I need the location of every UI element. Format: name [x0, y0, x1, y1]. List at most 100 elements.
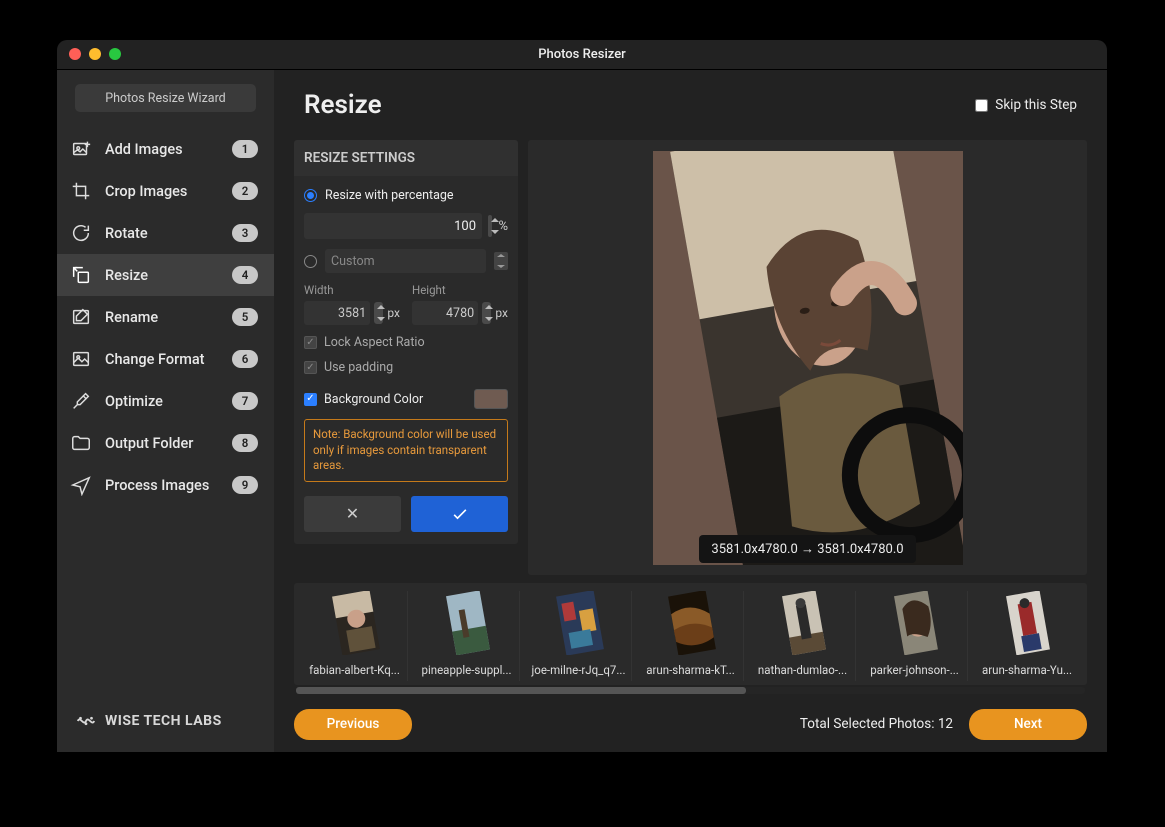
sidebar-item-label: Crop Images [105, 183, 220, 200]
unit-label: px [495, 306, 508, 320]
skip-step-input[interactable] [975, 99, 988, 112]
sidebar-item-crop-images[interactable]: Crop Images 2 [57, 170, 274, 212]
sidebar-item-resize[interactable]: Resize 4 [57, 254, 274, 296]
thumbnail-image [327, 591, 383, 655]
sidebar-item-label: Change Format [105, 351, 220, 368]
thumbnail-strip[interactable]: fabian-albert-Kq... pineapple-suppl... j… [294, 583, 1087, 685]
footer-bar: Previous Total Selected Photos: 12 Next [274, 696, 1107, 752]
percent-symbol: % [498, 219, 508, 234]
sidebar-item-optimize[interactable]: Optimize 7 [57, 380, 274, 422]
width-label: Width [304, 283, 400, 297]
background-color-note: Note: Background color will be used only… [304, 419, 508, 482]
app-window: Photos Resizer Photos Resize Wizard Add … [57, 40, 1107, 752]
thumbnail-item[interactable]: arun-sharma-kT... [638, 591, 744, 681]
thumbnail-item[interactable]: nathan-dumlao-... [750, 591, 856, 681]
page-title: Resize [304, 90, 975, 120]
sidebar-item-rotate[interactable]: Rotate 3 [57, 212, 274, 254]
thumbnail-scrollbar[interactable] [296, 687, 1085, 694]
window-body: Photos Resize Wizard Add Images 1 Crop I… [57, 70, 1107, 752]
thumbnail-item[interactable]: parker-johnson-... [862, 591, 968, 681]
cancel-button[interactable]: ✕ [304, 496, 401, 532]
wizard-button[interactable]: Photos Resize Wizard [75, 84, 256, 112]
sidebar-item-change-format[interactable]: Change Format 6 [57, 338, 274, 380]
percentage-stepper[interactable] [488, 215, 492, 237]
window-title: Photos Resizer [538, 47, 626, 62]
width-stepper[interactable] [374, 302, 383, 324]
rename-icon [69, 305, 93, 329]
use-padding-checkbox[interactable]: Use padding [304, 360, 508, 375]
resize-settings-panel: RESIZE SETTINGS Resize with percentage % [294, 140, 518, 575]
close-icon[interactable] [69, 48, 81, 60]
height-stepper[interactable] [482, 302, 491, 324]
sidebar-item-badge: 3 [232, 224, 258, 242]
skip-step-checkbox[interactable]: Skip this Step [975, 97, 1077, 113]
radio-custom[interactable]: Custom [304, 249, 508, 273]
percentage-input[interactable] [304, 213, 482, 239]
thumbnail-name: parker-johnson-... [862, 663, 967, 681]
optimize-icon [69, 389, 93, 413]
sidebar: Photos Resize Wizard Add Images 1 Crop I… [57, 70, 274, 752]
close-icon: ✕ [346, 504, 359, 523]
add-images-icon [69, 137, 93, 161]
thumbnail-name: arun-sharma-kT... [638, 663, 743, 681]
radio-icon [304, 189, 317, 202]
dimensions-badge: 3581.0x4780.0 → 3581.0x4780.0 [699, 535, 915, 563]
percentage-input-row: % [304, 213, 508, 239]
sidebar-item-label: Add Images [105, 141, 220, 158]
preview-image [653, 151, 963, 565]
maximize-icon[interactable] [109, 48, 121, 60]
crop-icon [69, 179, 93, 203]
chevron-updown-icon[interactable] [494, 252, 508, 270]
skip-step-label: Skip this Step [995, 97, 1077, 113]
sidebar-item-badge: 6 [232, 350, 258, 368]
window-controls [69, 48, 121, 60]
brand-logo: WISE TECH LABS [57, 710, 274, 740]
settings-header: RESIZE SETTINGS [294, 140, 518, 176]
previous-button[interactable]: Previous [294, 709, 412, 740]
change-format-icon [69, 347, 93, 371]
height-label: Height [412, 283, 508, 297]
sidebar-item-badge: 2 [232, 182, 258, 200]
confirm-button[interactable] [411, 496, 508, 532]
minimize-icon[interactable] [89, 48, 101, 60]
thumbnail-item[interactable]: joe-milne-rJq_q7... [526, 591, 632, 681]
sidebar-item-label: Rotate [105, 225, 220, 242]
thumbnail-item[interactable]: arun-sharma-Yu... [974, 591, 1080, 681]
rotate-icon [69, 221, 93, 245]
sidebar-item-label: Process Images [105, 477, 220, 494]
width-input[interactable] [304, 301, 370, 325]
sidebar-item-badge: 1 [232, 140, 258, 158]
radio-label: Resize with percentage [325, 188, 454, 203]
thumbnail-name: pineapple-suppl... [414, 663, 519, 681]
thumbnail-image [775, 591, 831, 655]
height-input[interactable] [412, 301, 478, 325]
sidebar-item-process-images[interactable]: Process Images 9 [57, 464, 274, 506]
thumbnail-name: nathan-dumlao-... [750, 663, 855, 681]
radio-resize-percentage[interactable]: Resize with percentage [304, 188, 508, 203]
height-col: Height px [412, 283, 508, 325]
background-color-checkbox[interactable]: Background Color [304, 389, 508, 409]
sidebar-item-badge: 9 [232, 476, 258, 494]
brand-text: WISE TECH LABS [105, 713, 222, 729]
thumbnail-strip-wrap: fabian-albert-Kq... pineapple-suppl... j… [274, 575, 1107, 696]
sidebar-item-label: Output Folder [105, 435, 220, 452]
thumbnail-item[interactable]: pineapple-suppl... [414, 591, 520, 681]
sidebar-item-rename[interactable]: Rename 5 [57, 296, 274, 338]
lock-aspect-checkbox[interactable]: Lock Aspect Ratio [304, 335, 508, 350]
main-area: Resize Skip this Step RESIZE SETTINGS Re… [274, 70, 1107, 752]
settings-action-row: ✕ [304, 496, 508, 532]
sidebar-item-add-images[interactable]: Add Images 1 [57, 128, 274, 170]
sidebar-item-label: Optimize [105, 393, 220, 410]
page-header: Resize Skip this Step [274, 70, 1107, 140]
resize-icon [69, 263, 93, 287]
next-button[interactable]: Next [969, 709, 1087, 740]
checkbox-label: Use padding [324, 360, 393, 375]
sidebar-items: Add Images 1 Crop Images 2 Rotate 3 Resi… [57, 128, 274, 710]
background-color-swatch[interactable] [474, 389, 508, 409]
thumbnail-image [551, 591, 607, 655]
sidebar-item-output-folder[interactable]: Output Folder 8 [57, 422, 274, 464]
preview-panel: 3581.0x4780.0 → 3581.0x4780.0 [528, 140, 1087, 575]
sidebar-item-badge: 7 [232, 392, 258, 410]
custom-preset-select[interactable]: Custom [325, 249, 486, 273]
thumbnail-item[interactable]: fabian-albert-Kq... [302, 591, 408, 681]
